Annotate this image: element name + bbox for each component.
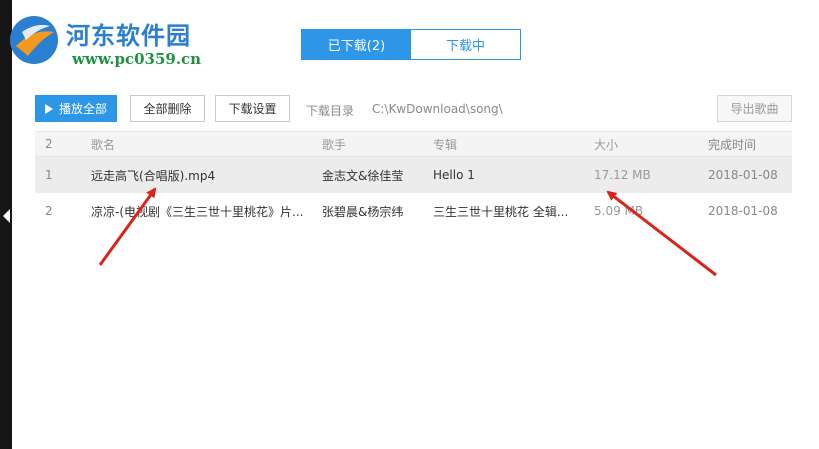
- column-header-album[interactable]: 专辑: [433, 132, 583, 156]
- table-header: 2 歌名 歌手 专辑 大小 完成时间: [35, 131, 792, 157]
- tab-downloaded[interactable]: 已下载(2): [302, 30, 411, 59]
- column-header-name[interactable]: 歌名: [91, 132, 316, 156]
- column-header-count: 2: [45, 137, 53, 151]
- download-settings-button[interactable]: 下载设置: [215, 95, 290, 122]
- collapse-left-icon[interactable]: [3, 209, 10, 223]
- row-index: 1: [45, 168, 53, 182]
- toolbar: 播放全部 全部删除 下载设置 下载目录 C:\KwDownload\song\ …: [35, 95, 792, 123]
- table-row[interactable]: 2 凉凉-(电视剧《三生三世十里桃花》片... 张碧晨&杨宗纬 三生三世十里桃花…: [35, 193, 792, 229]
- export-songs-button[interactable]: 导出歌曲: [717, 95, 792, 122]
- song-artist: 张碧晨&杨宗纬: [322, 204, 404, 219]
- song-name: 远走高飞(合唱版).mp4: [91, 168, 216, 183]
- table-row[interactable]: 1 远走高飞(合唱版).mp4 金志文&徐佳莹 Hello 1 17.12 MB…: [35, 157, 792, 193]
- play-icon: [44, 103, 53, 114]
- column-header-artist[interactable]: 歌手: [322, 132, 422, 156]
- row-index: 2: [45, 204, 53, 218]
- download-dir-path[interactable]: C:\KwDownload\song\: [372, 102, 503, 116]
- download-dir-label: 下载目录: [306, 104, 355, 118]
- song-size: 5.09 MB: [594, 204, 644, 218]
- downloaded-songs-table: 2 歌名 歌手 专辑 大小 完成时间 1 远走高飞(合唱版).mp4 金志文&徐…: [35, 131, 792, 229]
- download-tabs: 已下载(2) 下载中: [301, 29, 521, 60]
- play-all-button[interactable]: 播放全部: [35, 95, 117, 122]
- song-size: 17.12 MB: [594, 168, 651, 182]
- song-completed: 2018-01-08: [708, 204, 778, 218]
- watermark-url: www.pc0359.cn: [72, 50, 202, 68]
- song-completed: 2018-01-08: [708, 168, 778, 182]
- watermark-title: 河东软件园: [66, 21, 191, 50]
- tab-downloading[interactable]: 下载中: [411, 30, 520, 59]
- watermark-logo-icon: [10, 16, 58, 64]
- song-album: 三生三世十里桃花 全辑...: [433, 204, 569, 219]
- column-header-size[interactable]: 大小: [594, 132, 694, 156]
- song-name: 凉凉-(电视剧《三生三世十里桃花》片...: [91, 204, 304, 219]
- song-album: Hello 1: [433, 168, 475, 182]
- column-header-completed[interactable]: 完成时间: [708, 132, 788, 156]
- watermark: 河东软件园 www.pc0359.cn: [6, 10, 226, 70]
- song-artist: 金志文&徐佳莹: [322, 168, 404, 183]
- play-all-label: 播放全部: [58, 102, 107, 116]
- delete-all-button[interactable]: 全部删除: [130, 95, 205, 122]
